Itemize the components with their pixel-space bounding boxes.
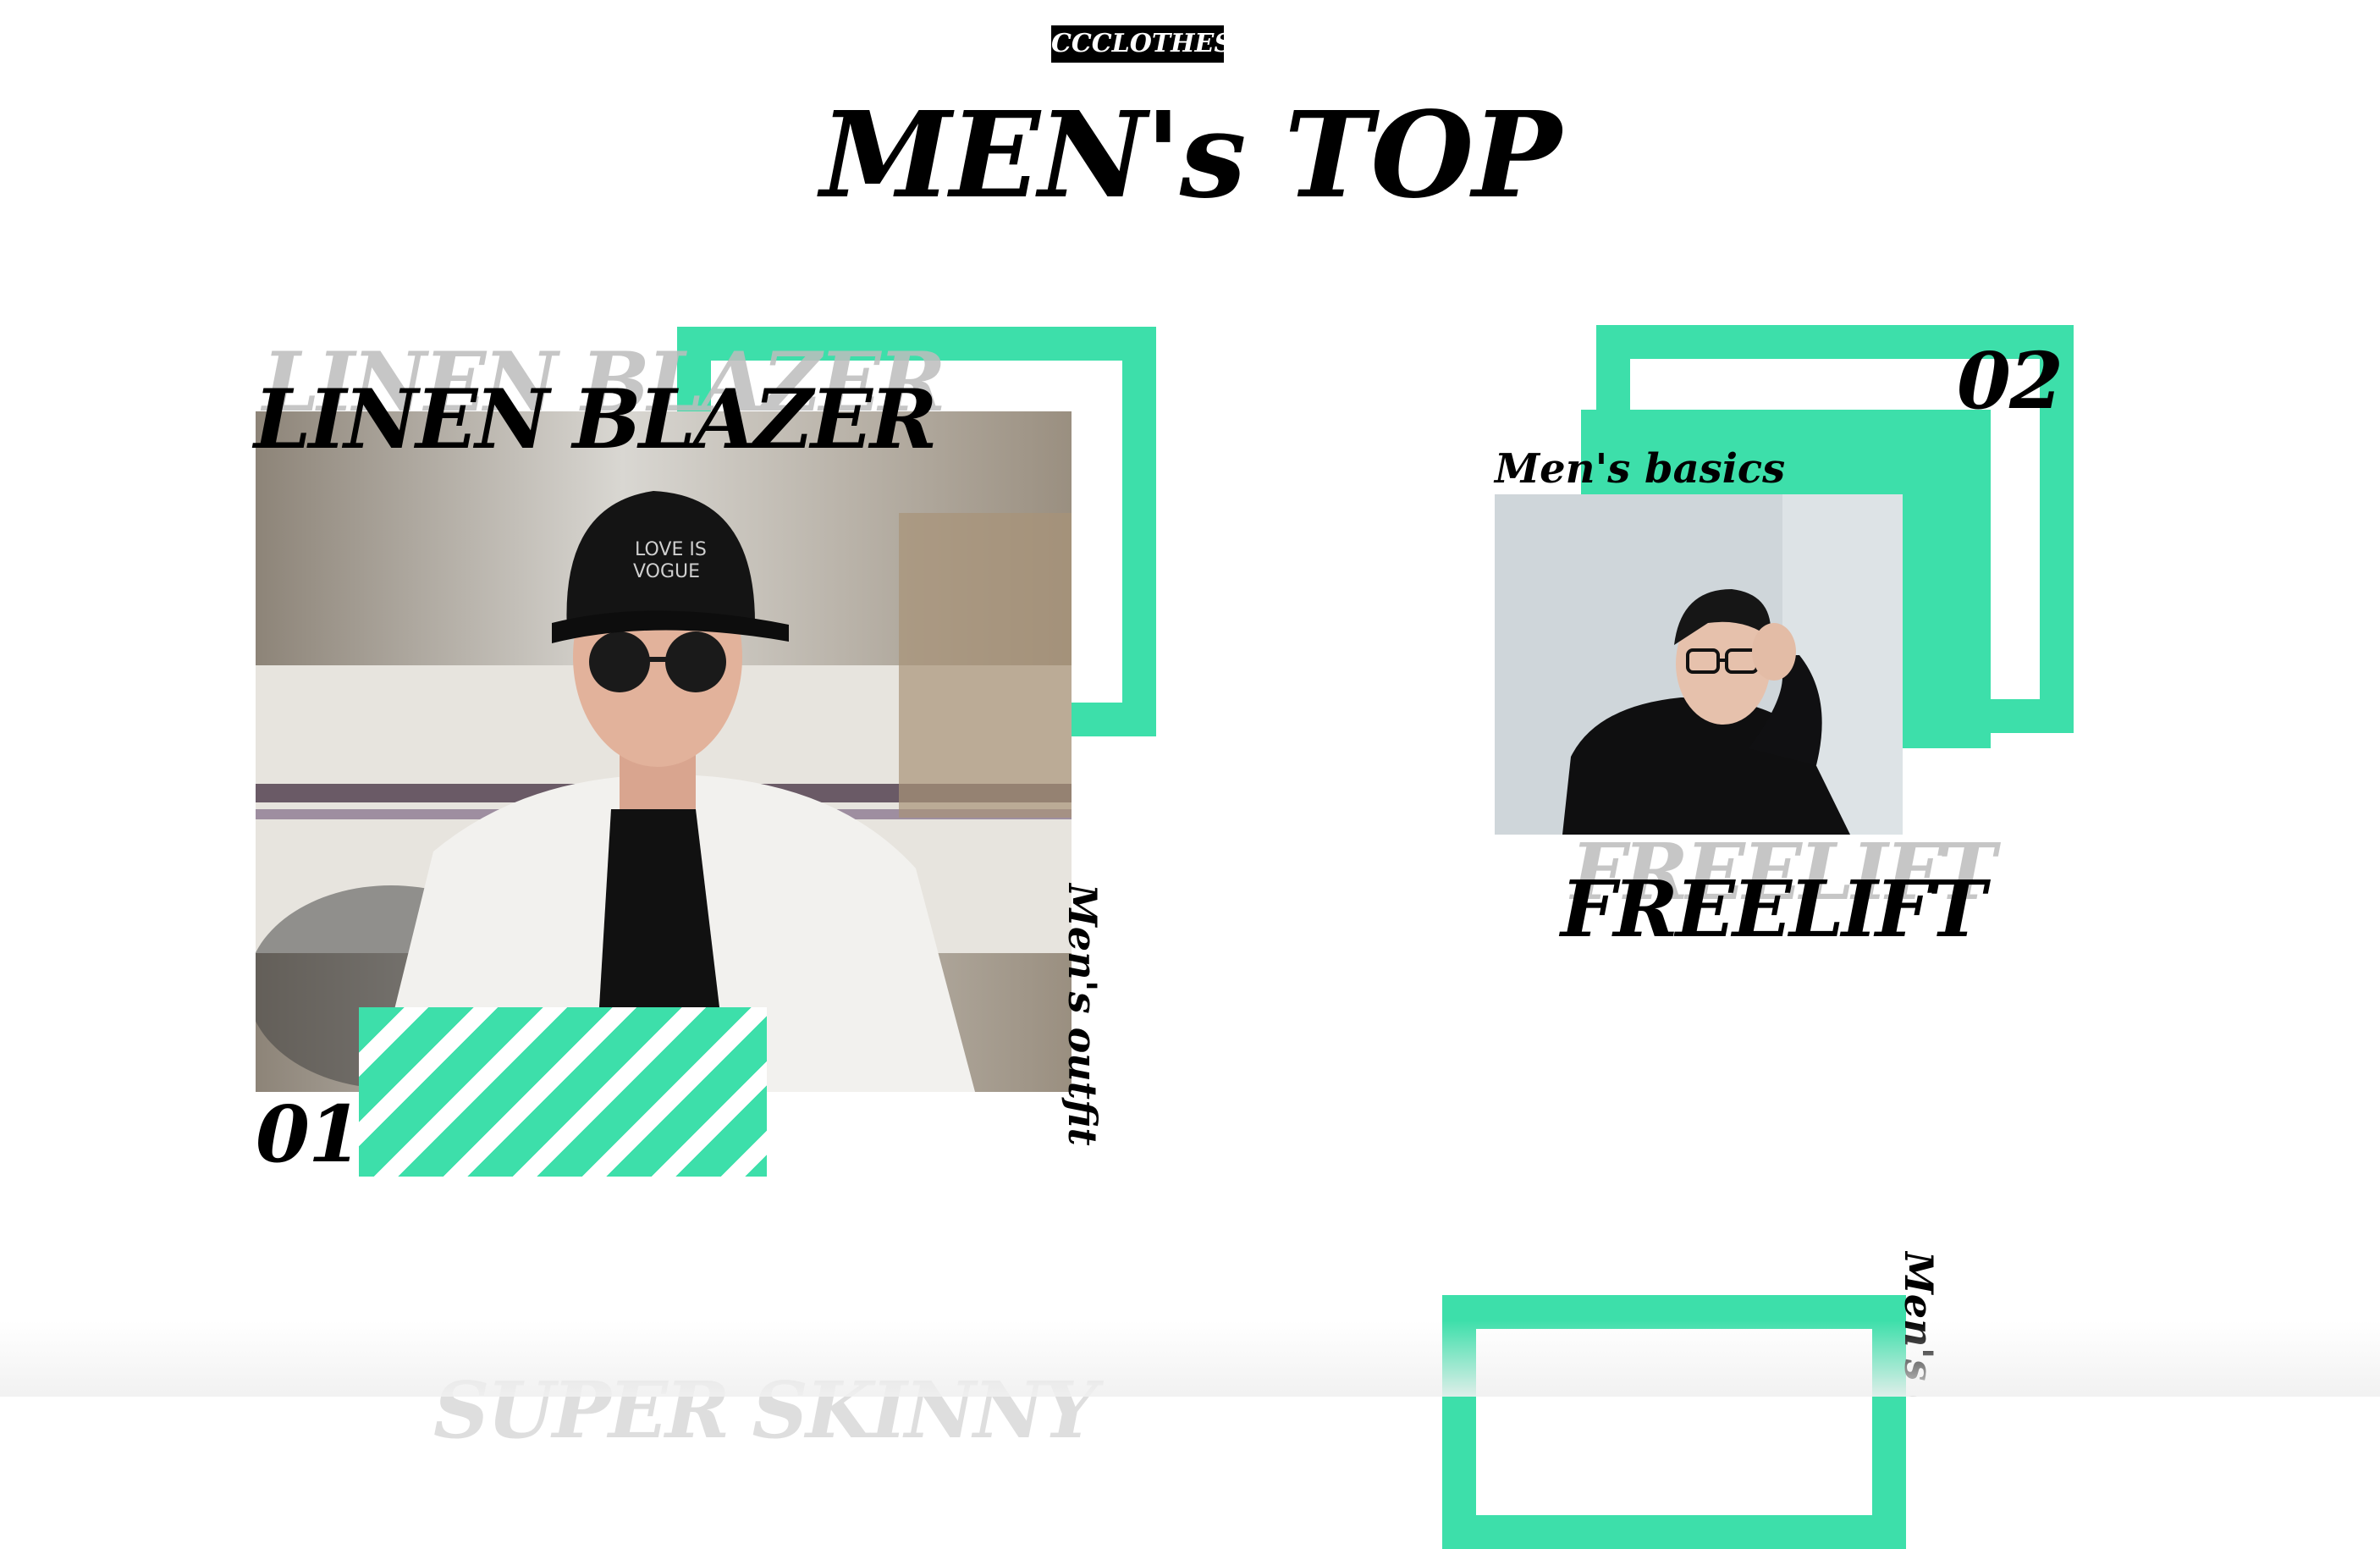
scroll-fade <box>0 1320 2380 1397</box>
product-title-linen-blazer[interactable]: LINEN BLAZER <box>254 378 938 462</box>
product-title-freelift[interactable]: FREELIFT <box>1561 868 1986 950</box>
svg-text:LOVE IS: LOVE IS <box>635 539 707 560</box>
brand-logo[interactable]: CCCLOTHES <box>1051 25 1232 63</box>
stripe-pattern-01 <box>359 1007 767 1177</box>
page-title: MEN's TOP <box>820 86 1561 225</box>
svg-text:VOGUE: VOGUE <box>633 561 700 582</box>
product-photo-freelift[interactable] <box>1495 494 1903 835</box>
product-number-02: 02 <box>1957 335 2063 427</box>
product-photo-linen-blazer[interactable]: LOVE IS VOGUE <box>256 411 1072 1092</box>
portrait-photo-icon: LOVE IS VOGUE <box>256 411 1072 1092</box>
product-number-01: 01 <box>256 1089 362 1180</box>
product-caption-02: Men's basics <box>1495 445 1786 493</box>
product-caption-01: Men's outfit <box>1060 884 1105 1146</box>
portrait-photo-icon <box>1495 494 1903 835</box>
